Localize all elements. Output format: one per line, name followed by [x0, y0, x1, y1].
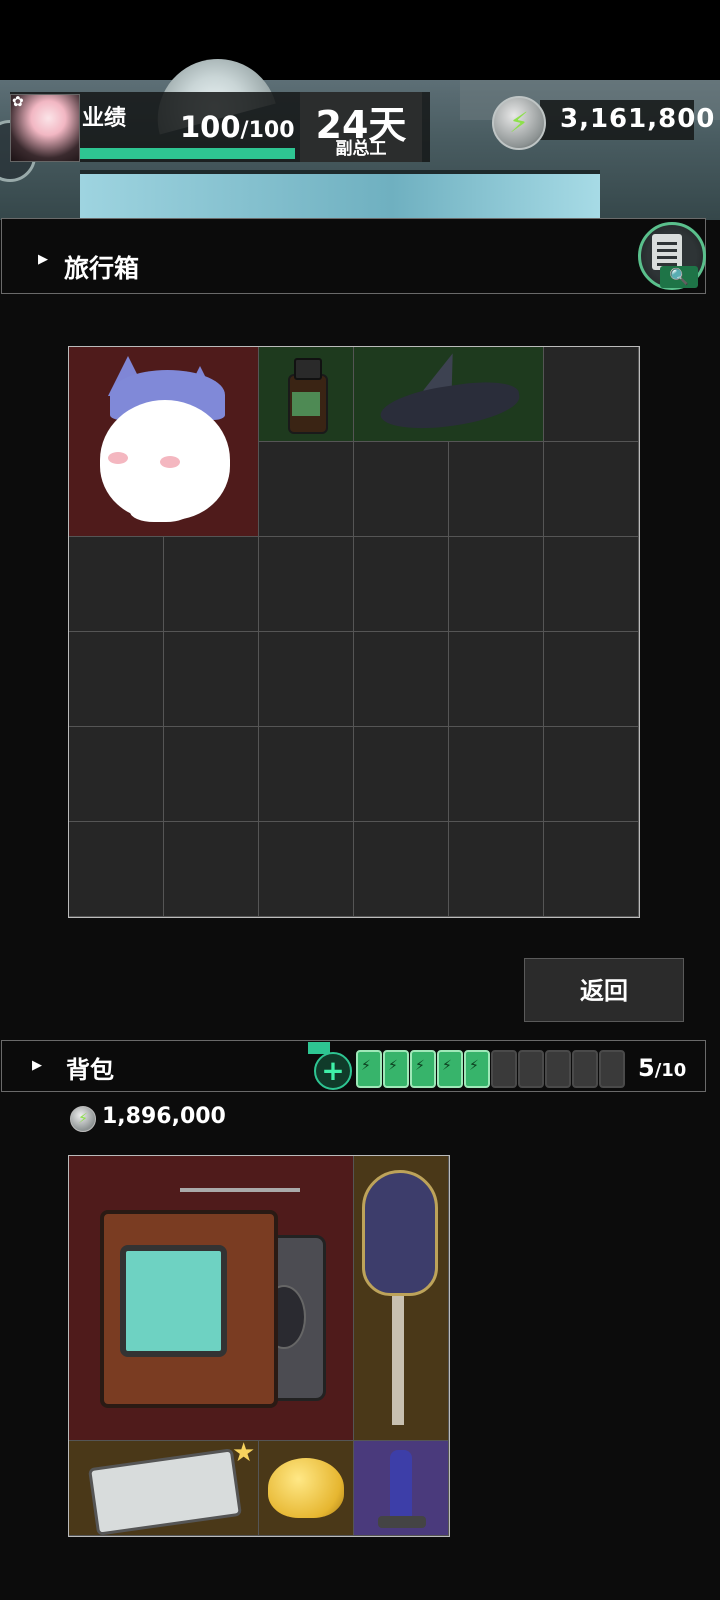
grid-cell[interactable] — [69, 727, 164, 822]
grid-cell[interactable] — [69, 822, 164, 917]
triangle-right-icon[interactable]: ▶ — [32, 1058, 42, 1073]
performance-bar-fill — [80, 148, 295, 159]
gear-icon[interactable]: ✿ — [12, 94, 24, 110]
star-icon: ★ — [232, 1438, 256, 1468]
grid-cell[interactable] — [544, 442, 639, 537]
grid-cell[interactable] — [259, 442, 354, 537]
grid-cell[interactable] — [69, 632, 164, 727]
battery-full-icon — [410, 1050, 436, 1088]
cat-cheek — [160, 456, 180, 468]
add-battery-button[interactable]: + — [314, 1052, 352, 1090]
figurine-shape — [390, 1450, 412, 1520]
grid-cell[interactable] — [544, 822, 639, 917]
cat-cheek — [108, 452, 128, 464]
suitcase-title[interactable]: 旅行箱 — [64, 249, 139, 285]
battery-current: 5 — [638, 1054, 655, 1082]
grid-cell[interactable] — [544, 347, 639, 442]
scene-window — [80, 170, 600, 219]
grid-cell[interactable] — [354, 632, 449, 727]
grid-cell[interactable] — [544, 727, 639, 822]
guitar-body — [362, 1170, 438, 1296]
grid-cell[interactable] — [449, 442, 544, 537]
triangle-right-icon[interactable]: ▶ — [38, 252, 48, 267]
battery-empty-icon — [572, 1050, 598, 1088]
performance-max: /100 — [240, 118, 295, 143]
grid-cell[interactable] — [259, 632, 354, 727]
grid-cell[interactable] — [259, 537, 354, 632]
lightning-coin-icon: ⚡ — [492, 96, 546, 150]
job-title: 副总工 — [335, 139, 387, 159]
grid-cell[interactable] — [164, 632, 259, 727]
grid-cell[interactable] — [259, 822, 354, 917]
grid-cell[interactable] — [164, 822, 259, 917]
grid-cell[interactable] — [354, 822, 449, 917]
cat-feet — [130, 496, 190, 522]
performance-label: 业绩 — [82, 106, 127, 131]
grid-cell[interactable] — [354, 442, 449, 537]
battery-empty-icon — [491, 1050, 517, 1088]
grid-cell[interactable] — [354, 727, 449, 822]
grid-cell[interactable] — [544, 537, 639, 632]
grid-cell[interactable] — [69, 537, 164, 632]
guitar-neck — [392, 1285, 404, 1425]
battery-full-icon — [383, 1050, 409, 1088]
grid-cell[interactable] — [164, 537, 259, 632]
tv-antenna — [180, 1188, 300, 1192]
battery-full-icon — [464, 1050, 490, 1088]
bottle-cap — [294, 358, 322, 380]
grid-cell[interactable] — [354, 537, 449, 632]
battery-full-icon — [356, 1050, 382, 1088]
battery-empty-icon — [518, 1050, 544, 1088]
return-button[interactable]: 返回 — [524, 958, 684, 1022]
backpack-title[interactable]: 背包 — [66, 1050, 114, 1085]
backpack-money: 1,896,000 — [102, 1104, 226, 1129]
tv-screen — [120, 1245, 227, 1357]
grid-cell[interactable] — [259, 727, 354, 822]
clipboard-icon — [652, 234, 682, 270]
grid-cell[interactable] — [449, 822, 544, 917]
grid-cell[interactable] — [449, 632, 544, 727]
performance-value: 100/100 — [180, 110, 295, 144]
battery-max: /10 — [654, 1060, 687, 1081]
search-icon: 🔍 — [660, 266, 698, 288]
lightning-coin-icon: ⚡ — [70, 1106, 96, 1132]
grid-cell[interactable] — [449, 727, 544, 822]
grid-cell[interactable] — [164, 727, 259, 822]
battery-full-icon — [437, 1050, 463, 1088]
bottle-label — [292, 392, 320, 416]
cheese-shape — [268, 1458, 344, 1518]
grid-cell[interactable] — [544, 632, 639, 727]
performance-current: 100 — [180, 110, 241, 144]
status-bar-area — [0, 0, 720, 80]
battery-count: 5/10 — [638, 1054, 686, 1082]
battery-empty-icon — [545, 1050, 571, 1088]
battery-empty-icon — [599, 1050, 625, 1088]
grid-cell[interactable] — [449, 537, 544, 632]
currency-value: 3,161,800 — [560, 104, 716, 134]
figurine-base — [378, 1516, 426, 1528]
